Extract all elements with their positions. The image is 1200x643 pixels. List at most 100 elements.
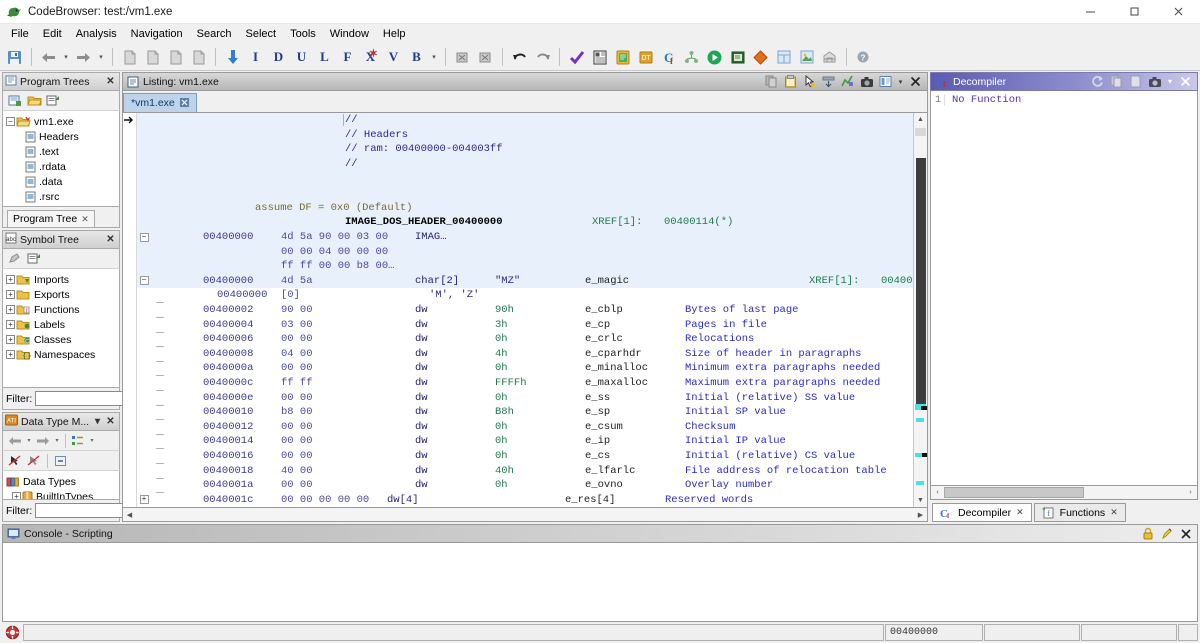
- function-graph-icon[interactable]: Cf: [658, 47, 679, 68]
- maximize-button[interactable]: [1112, 0, 1156, 24]
- undo-icon[interactable]: [509, 47, 530, 68]
- create-folder-icon[interactable]: [6, 92, 24, 109]
- scroll-track[interactable]: [944, 487, 1184, 499]
- symbol-label[interactable]: IMAGE_DOS_HEADER_00400000: [345, 216, 503, 228]
- table-row[interactable]: 00400010 b8 00 dw B8h e_sp Initial SP va…: [137, 405, 913, 420]
- script-manager-icon[interactable]: [727, 47, 748, 68]
- expand-toggle[interactable]: −: [5, 116, 16, 127]
- snapshot-icon[interactable]: [165, 47, 186, 68]
- select-cursor-icon[interactable]: [800, 73, 819, 90]
- expand-toggle[interactable]: +: [11, 491, 22, 500]
- scroll-marker[interactable]: [916, 418, 924, 422]
- data-icon[interactable]: D: [268, 47, 289, 68]
- table-row[interactable]: 00400004 03 00 dw 3h e_cp Pages in file: [137, 317, 913, 332]
- expand-toggle[interactable]: +: [137, 495, 151, 504]
- menu-tools[interactable]: Tools: [283, 26, 323, 42]
- tree-node-vm1exe[interactable]: − vm1.exe: [3, 114, 119, 129]
- table-row[interactable]: 00400000 [0] 'M', 'Z': [137, 288, 913, 303]
- address-field[interactable]: 00400004: [203, 319, 281, 331]
- redo-icon[interactable]: [532, 47, 553, 68]
- decompiler-content[interactable]: 1 No Function: [930, 91, 1198, 486]
- tree-node-rdata[interactable]: .rdata: [3, 159, 119, 174]
- data-type-manager-icon[interactable]: [612, 47, 633, 68]
- listing-vertical-scrollbar[interactable]: ▲ ▼: [913, 113, 927, 507]
- address-field[interactable]: 0040000a: [203, 362, 281, 374]
- window-tile-icon[interactable]: [773, 47, 794, 68]
- table-row[interactable]: + 0040001c 00 00 00 00 00 dw[4] e_res[4]…: [137, 492, 913, 507]
- paste-icon[interactable]: [781, 73, 800, 90]
- xref-icon[interactable]: X✶: [360, 47, 381, 68]
- checkmark-icon[interactable]: [566, 47, 587, 68]
- listing-menu-icon[interactable]: ▾: [895, 73, 906, 90]
- data-type-icon[interactable]: DT: [635, 47, 656, 68]
- scroll-left-arrow-icon[interactable]: ‹: [931, 486, 944, 499]
- listing-content[interactable]: // // Headers // ram: 00400000-004003ff …: [137, 113, 913, 507]
- table-row[interactable]: 00400008 04 00 dw 4h e_cparhdr Size of h…: [137, 347, 913, 362]
- menu-edit[interactable]: Edit: [36, 26, 69, 42]
- copy-icon[interactable]: [762, 73, 781, 90]
- scroll-right-arrow-icon[interactable]: ›: [1184, 486, 1197, 499]
- address-field[interactable]: 0040000c: [203, 377, 281, 389]
- tree-node-rsrc[interactable]: .rsrc: [3, 189, 119, 204]
- close-icon[interactable]: [906, 73, 925, 90]
- scroll-track[interactable]: [914, 126, 927, 494]
- address-field[interactable]: 00400000: [203, 275, 281, 287]
- snapshot-camera-icon[interactable]: [1145, 73, 1164, 90]
- table-row[interactable]: 00400012 00 00 dw 0h e_csum Checksum: [137, 419, 913, 434]
- decompiler-horizontal-scrollbar[interactable]: ‹ ›: [930, 486, 1198, 500]
- tab-vm1exe[interactable]: *vm1.exe: [123, 93, 197, 112]
- close-icon[interactable]: [1176, 525, 1195, 542]
- close-icon[interactable]: ✕: [104, 232, 117, 247]
- dtm-filter-arrays-icon[interactable]: [25, 452, 43, 469]
- scroll-marker[interactable]: [916, 481, 924, 485]
- table-row[interactable]: 00400018 40 00 dw 40h e_lfarlc File addr…: [137, 463, 913, 478]
- scroll-left-arrow-icon[interactable]: ◀: [123, 508, 136, 521]
- close-icon[interactable]: ✕: [104, 414, 117, 429]
- back-arrow-icon[interactable]: [38, 47, 59, 68]
- scroll-thumb[interactable]: [916, 158, 926, 404]
- image-icon[interactable]: [796, 47, 817, 68]
- back-dropdown-icon[interactable]: ▾: [61, 47, 71, 68]
- copy-icon[interactable]: [1107, 73, 1126, 90]
- sidebar-item-exports[interactable]: + Exports: [3, 287, 119, 302]
- listing-horizontal-scrollbar[interactable]: ◀ ▶: [122, 508, 928, 522]
- dtm-collapse-all-icon[interactable]: [51, 452, 69, 469]
- copy-special-icon[interactable]: [119, 47, 140, 68]
- edit-fields-icon[interactable]: [876, 73, 895, 90]
- close-icon[interactable]: [1176, 73, 1195, 90]
- sidebar-item-labels[interactable]: + Labels: [3, 317, 119, 332]
- tree-node-builtintypes[interactable]: + BuiltInTypes: [3, 489, 119, 500]
- tab-program-tree[interactable]: Program Tree ✕: [7, 210, 95, 227]
- scroll-up-arrow-icon[interactable]: ▲: [914, 113, 927, 126]
- address-field[interactable]: 00400018: [203, 465, 281, 477]
- program-tree-content[interactable]: − vm1.exe Headers .text: [2, 111, 120, 207]
- undefined-icon[interactable]: U: [291, 47, 312, 68]
- dtm-forward-icon[interactable]: [34, 432, 52, 449]
- xref-value[interactable]: 004001: [881, 275, 913, 287]
- expand-toggle[interactable]: +: [5, 334, 16, 345]
- menu-analysis[interactable]: Analysis: [69, 26, 124, 42]
- address-field[interactable]: 00400014: [203, 435, 281, 447]
- expand-toggle[interactable]: +: [5, 349, 16, 360]
- down-arrow-icon[interactable]: [222, 47, 243, 68]
- no-changes-icon[interactable]: [2, 624, 22, 641]
- symbol-tree-refresh-icon[interactable]: [25, 250, 43, 267]
- call-tree-icon[interactable]: [681, 47, 702, 68]
- menu-window[interactable]: Window: [323, 26, 376, 42]
- table-row[interactable]: 00400016 00 00 dw 0h e_cs Initial (relat…: [137, 449, 913, 464]
- forward-dropdown-icon[interactable]: ▾: [96, 47, 106, 68]
- address-field[interactable]: 00400008: [203, 348, 281, 360]
- program-tree-icon[interactable]: [44, 92, 62, 109]
- structure-icon[interactable]: [819, 47, 840, 68]
- save-icon[interactable]: [4, 47, 25, 68]
- address-field[interactable]: 00400000: [203, 231, 281, 243]
- address-field[interactable]: 00400006: [203, 333, 281, 345]
- select-backward-icon[interactable]: [475, 47, 496, 68]
- dtm-back-dropdown-icon[interactable]: ▾: [25, 432, 33, 449]
- sidebar-item-imports[interactable]: + Imports: [3, 272, 119, 287]
- bookmark-icon[interactable]: B: [406, 47, 427, 68]
- scroll-track[interactable]: [136, 509, 914, 521]
- menu-navigation[interactable]: Navigation: [124, 26, 190, 42]
- menu-file[interactable]: File: [4, 26, 36, 42]
- xref-value[interactable]: 00400114(*): [664, 216, 733, 228]
